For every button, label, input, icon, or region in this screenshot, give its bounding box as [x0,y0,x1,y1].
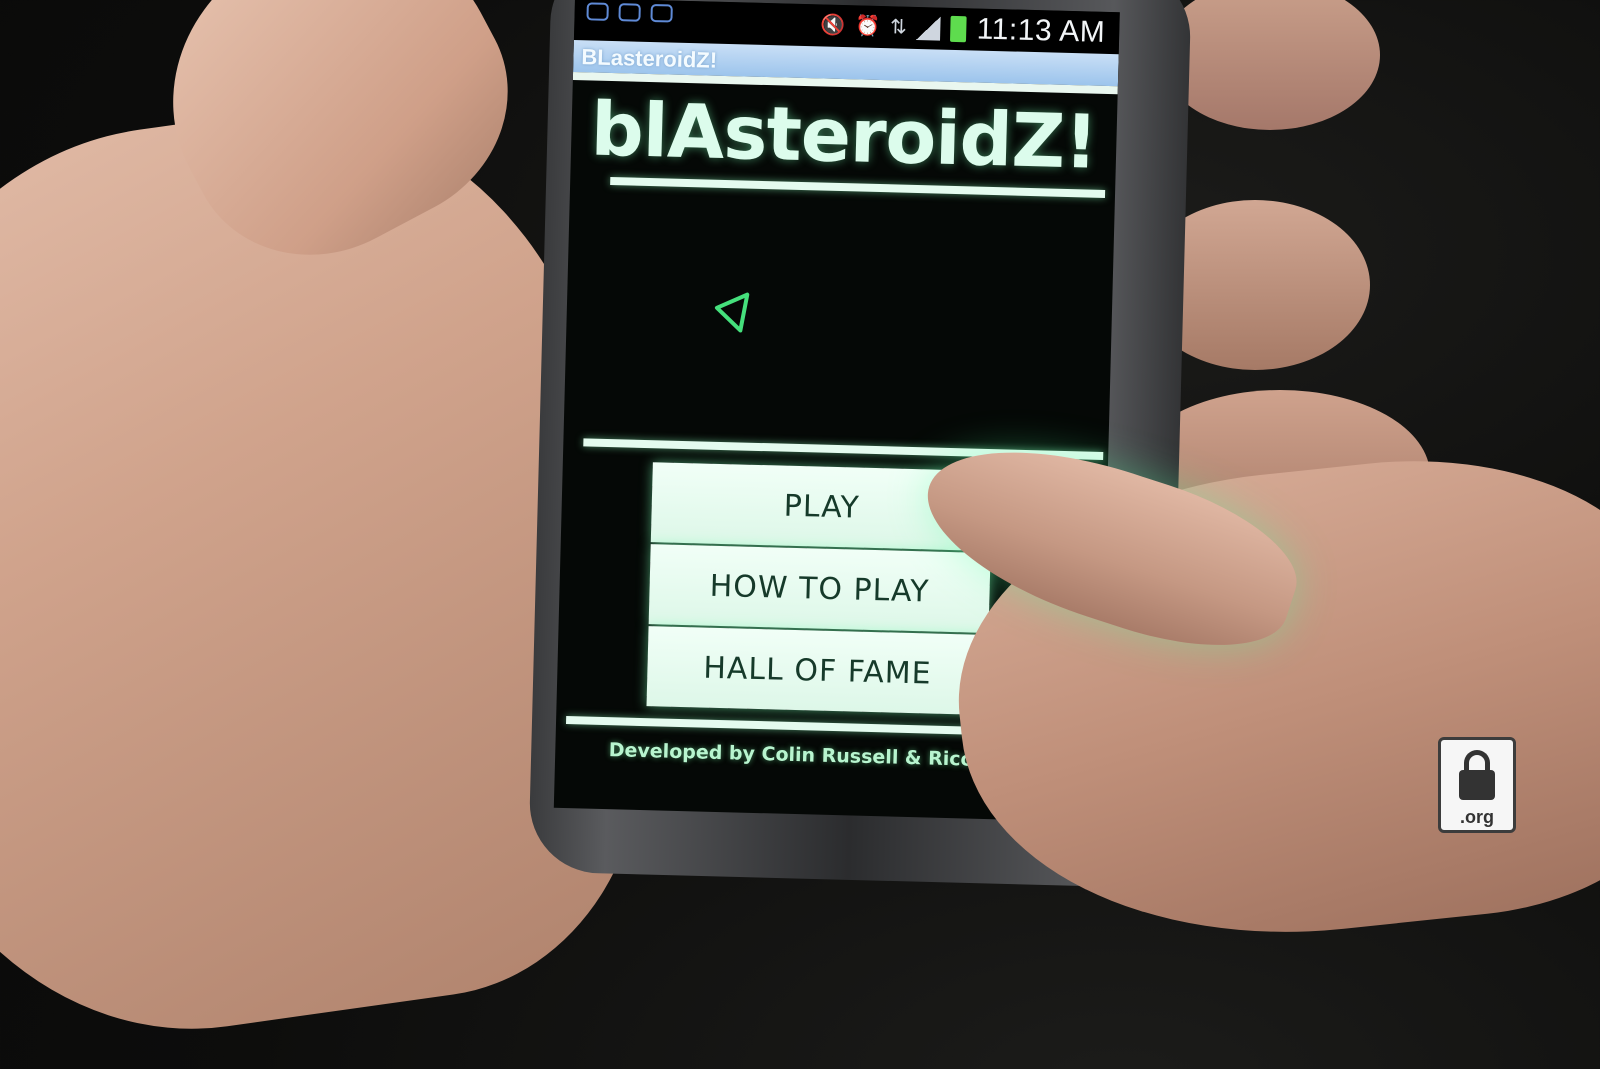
mute-icon: 🔇 [819,14,846,38]
lock-icon [1464,750,1490,772]
how-to-play-button[interactable]: HOW TO PLAY [648,544,991,634]
watermark-text: .org [1460,807,1494,827]
triangle-ship-icon [714,292,750,333]
right-finger-top [1160,0,1380,130]
signal-icon [916,15,942,41]
status-clock: 11:13 AM [976,12,1106,49]
watermark-logo: .org [1438,737,1516,833]
app-icon [650,3,673,23]
notification-icons [586,2,673,23]
hall-of-fame-button[interactable]: HALL OF FAME [646,626,989,716]
window-title: BLasteroidZ! [581,44,718,73]
lte-icon: ⇅ [889,16,908,39]
app-icon [618,3,641,22]
mail-icon [586,2,609,21]
alarm-icon: ⏰ [854,15,881,38]
battery-icon [950,15,968,43]
game-title: blAsteroidZ! [589,86,1099,186]
preview-area [564,186,1115,450]
lock-body [1459,770,1495,800]
